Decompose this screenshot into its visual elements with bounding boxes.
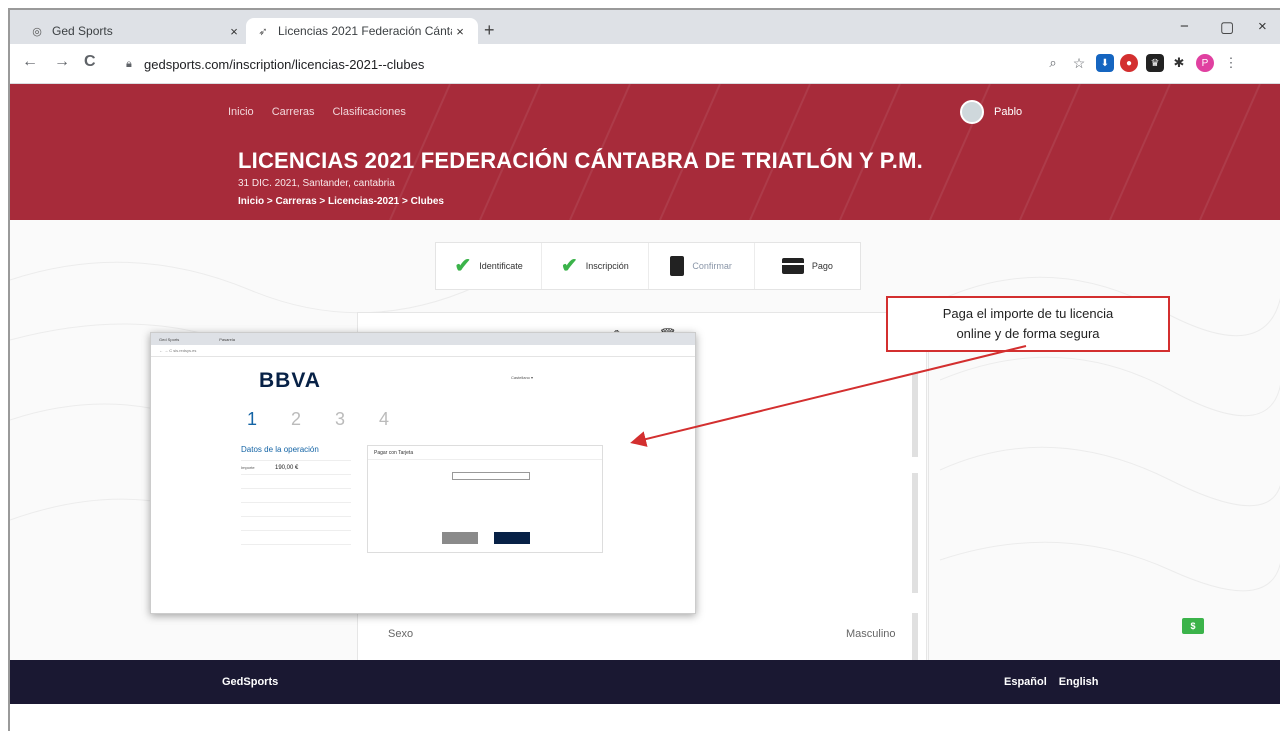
bbva-step: 4 <box>379 409 390 429</box>
avatar <box>960 100 984 124</box>
page-title: LICENCIAS 2021 FEDERACIÓN CÁNTABRA DE TR… <box>238 148 923 173</box>
bbva-card-form: Pagar con Tarjeta <box>367 445 603 553</box>
event-date-location: 31 DIC. 2021, Santander, cantabria <box>238 178 395 189</box>
close-window-button[interactable]: × <box>1258 18 1267 35</box>
step-identificate[interactable]: ✔ Identificate <box>436 243 543 289</box>
site-nav: Inicio Carreras Clasificaciones <box>228 106 406 118</box>
lang-espanol[interactable]: Español <box>1004 676 1047 688</box>
bbva-row <box>241 530 351 544</box>
bbva-datos-title: Datos de la operación <box>241 445 319 454</box>
bbva-row <box>241 502 351 516</box>
field-value-sexo: Masculino <box>846 628 896 640</box>
column-divider <box>928 312 929 660</box>
bbva-operation-data: Datos de la operación Importe 190,00 € <box>241 445 351 558</box>
reload-button[interactable]: C <box>84 53 96 71</box>
close-tab-button[interactable]: × <box>226 24 242 39</box>
profile-icon[interactable]: P <box>1196 54 1214 72</box>
zoom-icon[interactable]: ⌕ <box>1044 54 1062 72</box>
bbva-step: 1 <box>247 409 258 429</box>
minimize-button[interactable]: − <box>1180 18 1189 35</box>
download-extension-icon[interactable]: ⬇ <box>1096 54 1114 72</box>
bbva-step: 2 <box>291 409 302 429</box>
footer-brand[interactable]: GedSports <box>222 676 278 688</box>
bbva-cancel-button <box>442 532 478 544</box>
callout-line-1: Paga el importe de tu licencia <box>942 306 1114 321</box>
star-icon[interactable]: ☆ <box>1070 54 1088 72</box>
check-icon: ✔ <box>560 255 578 277</box>
bbva-step: 3 <box>335 409 346 429</box>
menu-icon[interactable]: ⋮ <box>1222 54 1240 72</box>
checkout-steps: ✔ Identificate ✔ Inscripción Confirmar P… <box>435 242 861 290</box>
adblock-extension-icon[interactable]: ● <box>1120 54 1138 72</box>
step-pago[interactable]: Pago <box>755 243 860 289</box>
money-icon[interactable]: $ <box>1182 618 1204 634</box>
field-label-sexo: Sexo <box>388 628 414 640</box>
close-tab-button[interactable]: × <box>452 24 468 39</box>
scroll-divider <box>912 613 918 660</box>
tab-label: Ged Sports <box>52 24 113 38</box>
restore-button[interactable]: ▢ <box>1220 18 1234 36</box>
back-button[interactable]: ← <box>22 53 38 71</box>
payment-callout: Paga el importe de tu licencia online y … <box>886 296 1170 352</box>
browser-toolbar: ← → C 🔒︎ gedsports.com/inscription/licen… <box>10 44 1280 84</box>
globe-icon: ◎ <box>32 25 42 38</box>
step-label: Inscripción <box>585 261 629 271</box>
tab-label: Licencias 2021 Federación Cánta <box>278 24 452 38</box>
runner-icon: ➶ <box>258 25 268 38</box>
url-text: gedsports.com/inscription/licencias-2021… <box>144 56 425 72</box>
step-inscripcion[interactable]: ✔ Inscripción <box>542 243 649 289</box>
clipboard-icon <box>670 256 685 276</box>
step-confirmar[interactable]: Confirmar <box>649 243 755 289</box>
lang-english[interactable]: English <box>1059 676 1099 688</box>
bbva-logo: BBVA <box>259 369 321 392</box>
address-bar[interactable]: 🔒︎ gedsports.com/inscription/licencias-2… <box>126 50 1006 78</box>
scroll-divider <box>912 473 918 593</box>
bbva-row <box>241 544 351 558</box>
step-label: Pago <box>811 261 833 271</box>
lock-icon: 🔒︎ <box>126 58 132 70</box>
new-tab-button[interactable]: + <box>484 20 495 41</box>
credit-card-icon <box>781 258 804 274</box>
tab-licencias[interactable]: ➶ Licencias 2021 Federación Cánta × <box>246 18 478 44</box>
bbva-address-bar: ← → C sis.redsys.es <box>151 345 695 357</box>
browser-window: ◎ Ged Sports × ➶ Licencias 2021 Federaci… <box>8 8 1280 731</box>
step-label: Identificate <box>479 261 523 271</box>
puzzle-icon[interactable]: ✱ <box>1170 54 1188 72</box>
bbva-row <box>241 474 351 488</box>
page-header: Inicio Carreras Clasificaciones Pablo LI… <box>10 84 1280 220</box>
breadcrumb[interactable]: Inicio > Carreras > Licencias-2021 > Clu… <box>238 196 444 207</box>
bbva-tab-strip: Ged Sports Pasarela <box>151 333 695 345</box>
bbva-row <box>241 516 351 530</box>
nav-clasificaciones[interactable]: Clasificaciones <box>332 106 405 118</box>
bbva-card-number-input <box>452 472 530 480</box>
user-menu[interactable]: Pablo <box>960 100 1022 124</box>
scroll-divider <box>912 373 918 457</box>
language-switcher: Español English <box>1004 676 1099 688</box>
bbva-steps: 1 2 3 4 <box>247 409 389 430</box>
bbva-language-select: Castellano ▾ <box>511 375 534 380</box>
site-footer: GedSports Español English <box>10 660 1280 704</box>
bbva-payment-screenshot: Ged Sports Pasarela ← → C sis.redsys.es B… <box>150 332 696 614</box>
bbva-pay-button <box>494 532 530 544</box>
bbva-row <box>241 488 351 502</box>
user-name: Pablo <box>994 106 1023 118</box>
tab-strip: ◎ Ged Sports × ➶ Licencias 2021 Federaci… <box>10 10 1280 44</box>
tab-ged-sports[interactable]: ◎ Ged Sports × <box>20 18 252 44</box>
step-label: Confirmar <box>692 261 732 271</box>
forward-button[interactable]: → <box>54 53 70 71</box>
nav-carreras[interactable]: Carreras <box>272 106 315 118</box>
callout-line-2: online y de forma segura <box>956 326 1100 341</box>
nav-inicio[interactable]: Inicio <box>228 106 254 118</box>
bbva-pay-title: Pagar con Tarjeta <box>368 446 602 460</box>
crown-extension-icon[interactable]: ♛ <box>1146 54 1164 72</box>
bbva-row: Importe 190,00 € <box>241 460 351 474</box>
check-icon: ✔ <box>454 255 472 277</box>
